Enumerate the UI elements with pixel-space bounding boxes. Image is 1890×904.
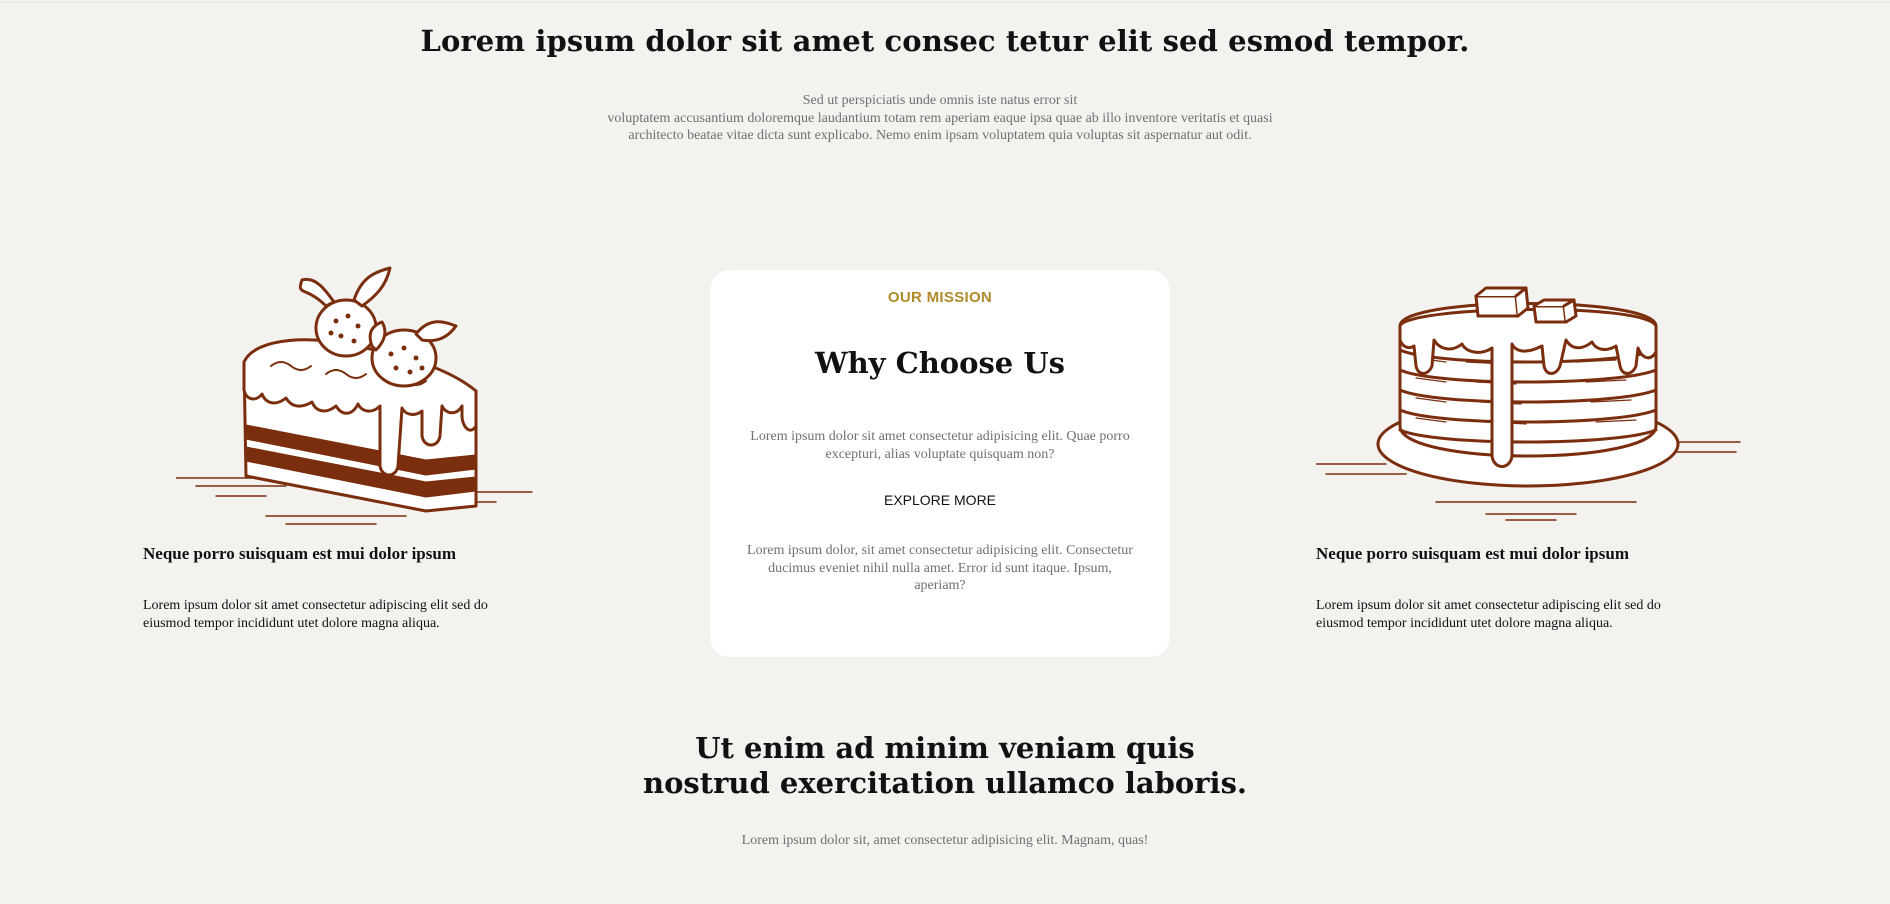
right-feature-text-line: eiusmod tempor incididunt utet dolore ma… [1316, 616, 1613, 631]
mission-eyebrow: OUR MISSION [887, 289, 993, 306]
closing-title: Ut enim ad minim veniam quis nostrud exe… [0, 731, 1890, 801]
mission-paragraph-2-line: ducimus eveniet nihil nulla amet. Error … [768, 560, 1112, 576]
mission-card: OUR MISSION Why Choose Us Lorem ipsum do… [710, 270, 1170, 657]
hero-subtitle-line: architecto beatae vitae dicta sunt expli… [628, 128, 1252, 143]
left-feature-text-line: Lorem ipsum dolor sit amet consectetur a… [143, 598, 488, 613]
cake-slice-illustration [176, 266, 536, 528]
hero-subtitle-line: voluptatem accusantium doloremque laudan… [607, 110, 1273, 126]
right-feature-title: Neque porro suisquam est mui dolor ipsum [1316, 544, 1629, 563]
pancake-stack-illustration [1316, 266, 1742, 522]
hero-subtitle-line: Sed ut perspiciatis unde omnis iste natu… [802, 93, 1078, 108]
mission-paragraph-1-line: excepturi, alias voluptate quisquam non? [825, 446, 1055, 462]
mission-paragraph-2-line: aperiam? [914, 578, 966, 593]
mission-paragraph-1: Lorem ipsum dolor sit amet consectetur a… [730, 428, 1150, 463]
mission-paragraph-2-line: Lorem ipsum dolor, sit amet consectetur … [747, 543, 1133, 558]
hero-title: Lorem ipsum dolor sit amet consec tetur … [420, 24, 1470, 58]
closing-subtitle: Lorem ipsum dolor sit, amet consectetur … [741, 833, 1149, 848]
left-feature-title: Neque porro suisquam est mui dolor ipsum [143, 544, 456, 563]
closing-title-line: nostrud exercitation ullamco laboris. [643, 766, 1247, 800]
mission-title: Why Choose Us [815, 346, 1065, 380]
right-feature-text-line: Lorem ipsum dolor sit amet consectetur a… [1316, 598, 1661, 613]
mission-paragraph-2: Lorem ipsum dolor, sit amet consectetur … [730, 542, 1150, 595]
hero-subtitle: Sed ut perspiciatis unde omnis iste natu… [560, 92, 1320, 145]
top-divider [0, 2, 1890, 3]
right-feature-text: Lorem ipsum dolor sit amet consectetur a… [1316, 597, 1716, 633]
explore-more-link[interactable]: EXPLORE MORE [710, 492, 1170, 508]
closing-title-line: Ut enim ad minim veniam quis [695, 731, 1195, 765]
left-feature-text-line: eiusmod tempor incididunt utet dolore ma… [143, 616, 440, 631]
left-feature-text: Lorem ipsum dolor sit amet consectetur a… [143, 597, 543, 633]
mission-paragraph-1-line: Lorem ipsum dolor sit amet consectetur a… [750, 429, 1130, 444]
